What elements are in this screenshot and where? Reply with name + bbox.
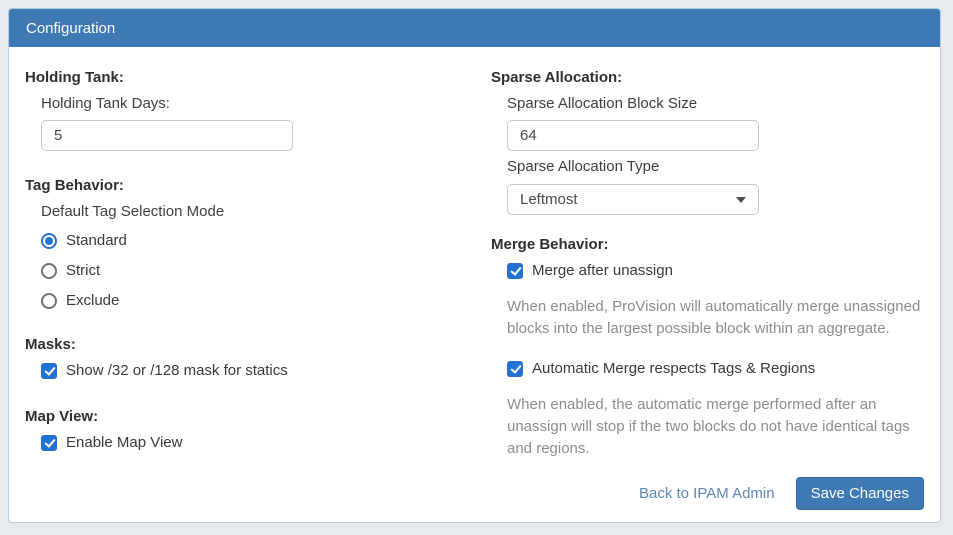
- merge-behavior-section: Merge Behavior: Merge after unassign Whe…: [491, 236, 924, 460]
- panel-body: Holding Tank: Holding Tank Days: Tag Beh…: [9, 47, 940, 496]
- sparse-allocation-section: Sparse Allocation: Sparse Allocation Blo…: [491, 69, 924, 215]
- merge-behavior-heading: Merge Behavior:: [491, 236, 924, 253]
- merge-after-unassign-description: When enabled, ProVision will automatical…: [507, 296, 924, 340]
- enable-map-view-label: Enable Map View: [66, 434, 182, 451]
- sparse-allocation-type-select[interactable]: Leftmost: [507, 184, 759, 215]
- map-view-heading: Map View:: [25, 408, 491, 425]
- panel-header: Configuration: [9, 9, 940, 47]
- masks-section: Masks: Show /32 or /128 mask for statics: [25, 336, 491, 379]
- back-to-ipam-admin-link[interactable]: Back to IPAM Admin: [639, 485, 775, 502]
- radio-label-standard: Standard: [66, 232, 127, 249]
- checkbox-icon[interactable]: [41, 363, 57, 379]
- show-mask-label: Show /32 or /128 mask for statics: [66, 362, 288, 379]
- holding-tank-heading: Holding Tank:: [25, 69, 491, 86]
- radio-label-strict: Strict: [66, 262, 100, 279]
- radio-label-exclude: Exclude: [66, 292, 119, 309]
- tag-behavior-heading: Tag Behavior:: [25, 177, 491, 194]
- panel-footer: Back to IPAM Admin Save Changes: [639, 477, 924, 510]
- enable-map-view-checkbox-row[interactable]: Enable Map View: [41, 434, 491, 451]
- radio-option-strict[interactable]: Strict: [41, 262, 491, 279]
- caret-down-icon: [736, 197, 746, 203]
- checkbox-icon[interactable]: [41, 435, 57, 451]
- radio-icon[interactable]: [41, 263, 57, 279]
- checkbox-icon[interactable]: [507, 263, 523, 279]
- show-mask-checkbox-row[interactable]: Show /32 or /128 mask for statics: [41, 362, 491, 379]
- radio-option-exclude[interactable]: Exclude: [41, 292, 491, 309]
- holding-tank-days-label: Holding Tank Days:: [41, 95, 491, 112]
- auto-merge-respects-checkbox-row[interactable]: Automatic Merge respects Tags & Regions: [507, 360, 924, 377]
- radio-option-standard[interactable]: Standard: [41, 232, 491, 249]
- map-view-section: Map View: Enable Map View: [25, 408, 491, 451]
- tag-behavior-section: Tag Behavior: Default Tag Selection Mode…: [25, 177, 491, 309]
- radio-icon[interactable]: [41, 233, 57, 249]
- radio-icon[interactable]: [41, 293, 57, 309]
- sparse-allocation-heading: Sparse Allocation:: [491, 69, 924, 86]
- sparse-block-size-input[interactable]: [507, 120, 759, 151]
- tag-selection-mode-label: Default Tag Selection Mode: [41, 203, 491, 220]
- save-changes-button[interactable]: Save Changes: [796, 477, 924, 510]
- holding-tank-days-input[interactable]: [41, 120, 293, 151]
- select-value: Leftmost: [520, 191, 578, 208]
- sparse-type-label: Sparse Allocation Type: [507, 158, 924, 175]
- sparse-block-size-label: Sparse Allocation Block Size: [507, 95, 924, 112]
- right-column: Sparse Allocation: Sparse Allocation Blo…: [491, 69, 924, 480]
- merge-after-unassign-checkbox-row[interactable]: Merge after unassign: [507, 262, 924, 279]
- merge-after-unassign-label: Merge after unassign: [532, 262, 673, 279]
- auto-merge-respects-description: When enabled, the automatic merge perfor…: [507, 394, 924, 460]
- auto-merge-respects-label: Automatic Merge respects Tags & Regions: [532, 360, 815, 377]
- left-column: Holding Tank: Holding Tank Days: Tag Beh…: [25, 69, 491, 480]
- holding-tank-section: Holding Tank: Holding Tank Days:: [25, 69, 491, 151]
- masks-heading: Masks:: [25, 336, 491, 353]
- configuration-panel: Configuration Holding Tank: Holding Tank…: [8, 8, 941, 523]
- checkbox-icon[interactable]: [507, 361, 523, 377]
- panel-title: Configuration: [26, 20, 115, 37]
